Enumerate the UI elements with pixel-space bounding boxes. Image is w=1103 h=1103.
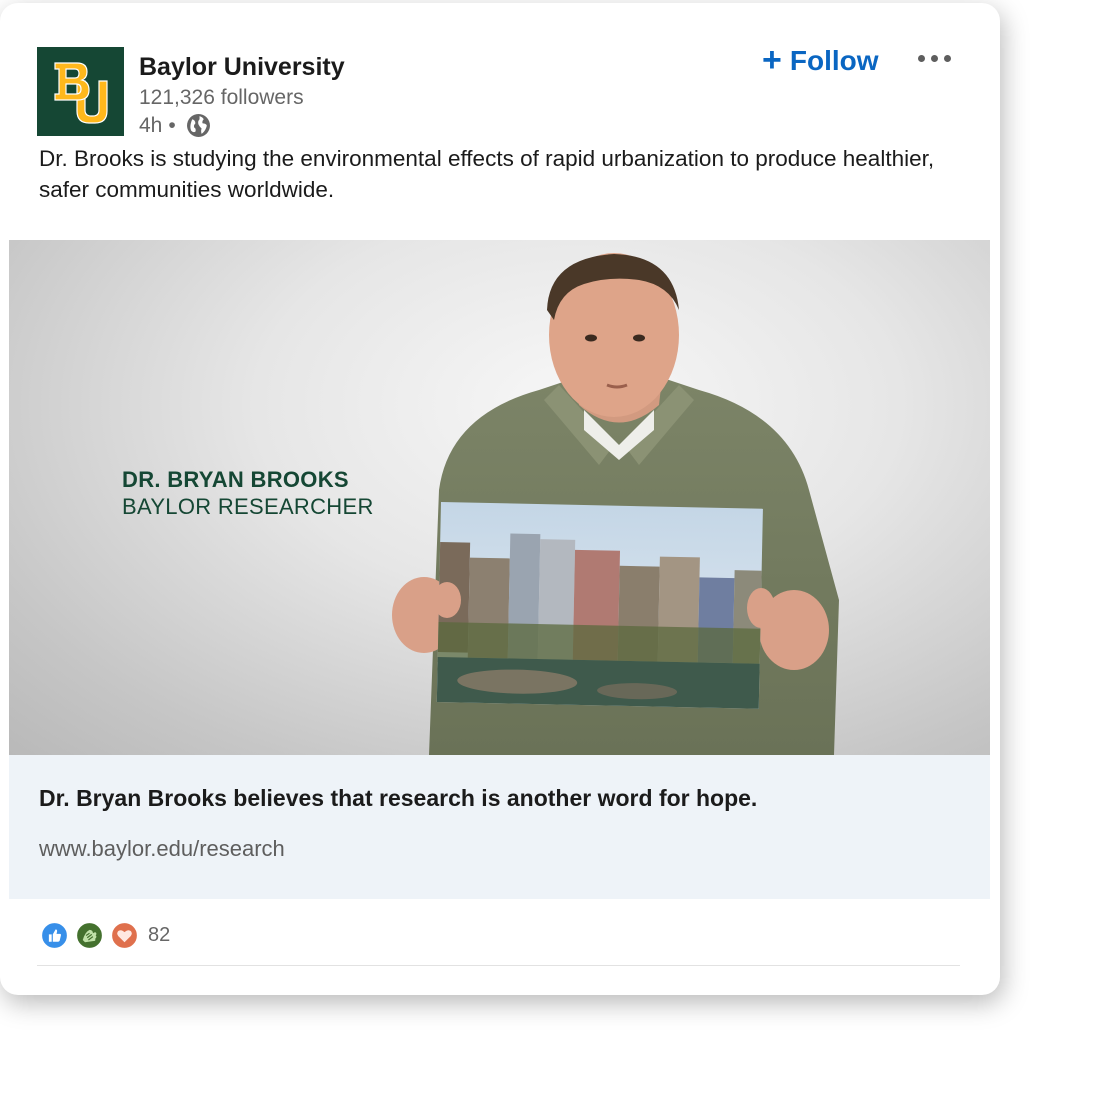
follower-count: 121,326 followers xyxy=(139,86,304,109)
link-url[interactable]: www.baylor.edu/research xyxy=(39,836,285,862)
reaction-count: 82 xyxy=(148,924,171,946)
like-icon xyxy=(41,922,68,949)
company-logo[interactable] xyxy=(37,47,124,136)
more-options-button[interactable] xyxy=(918,55,951,62)
reactions-summary[interactable]: 82 xyxy=(41,922,170,949)
more-dot-icon xyxy=(931,55,938,62)
post-text: Dr. Brooks is studying the environmental… xyxy=(39,146,935,202)
more-dot-icon xyxy=(918,55,925,62)
meta-separator: • xyxy=(168,113,176,137)
researcher-photo xyxy=(392,253,839,755)
hero-name: DR. BRYAN BROOKS xyxy=(122,467,349,492)
post-time: 4h xyxy=(139,113,163,137)
plus-icon: + xyxy=(762,40,782,79)
globe-icon xyxy=(186,114,210,137)
link-title[interactable]: Dr. Bryan Brooks believes that research … xyxy=(39,785,757,812)
company-name[interactable]: Baylor University xyxy=(139,53,345,82)
post-image[interactable]: DR. BRYAN BROOKS BAYLOR RESEARCHER xyxy=(9,240,990,755)
follow-label: Follow xyxy=(789,45,879,76)
link-preview[interactable]: Dr. Bryan Brooks believes that research … xyxy=(9,755,990,899)
hero-role: BAYLOR RESEARCHER xyxy=(122,494,374,519)
post-meta: 4h • xyxy=(139,113,211,138)
celebrate-icon xyxy=(76,922,103,949)
baylor-bu-logo xyxy=(37,47,124,136)
post-card: Baylor University 121,326 followers 4h •… xyxy=(0,3,1000,995)
more-dot-icon xyxy=(944,55,951,62)
follow-button[interactable]: + Follow xyxy=(762,40,879,79)
love-icon xyxy=(111,922,138,949)
divider xyxy=(37,965,960,966)
